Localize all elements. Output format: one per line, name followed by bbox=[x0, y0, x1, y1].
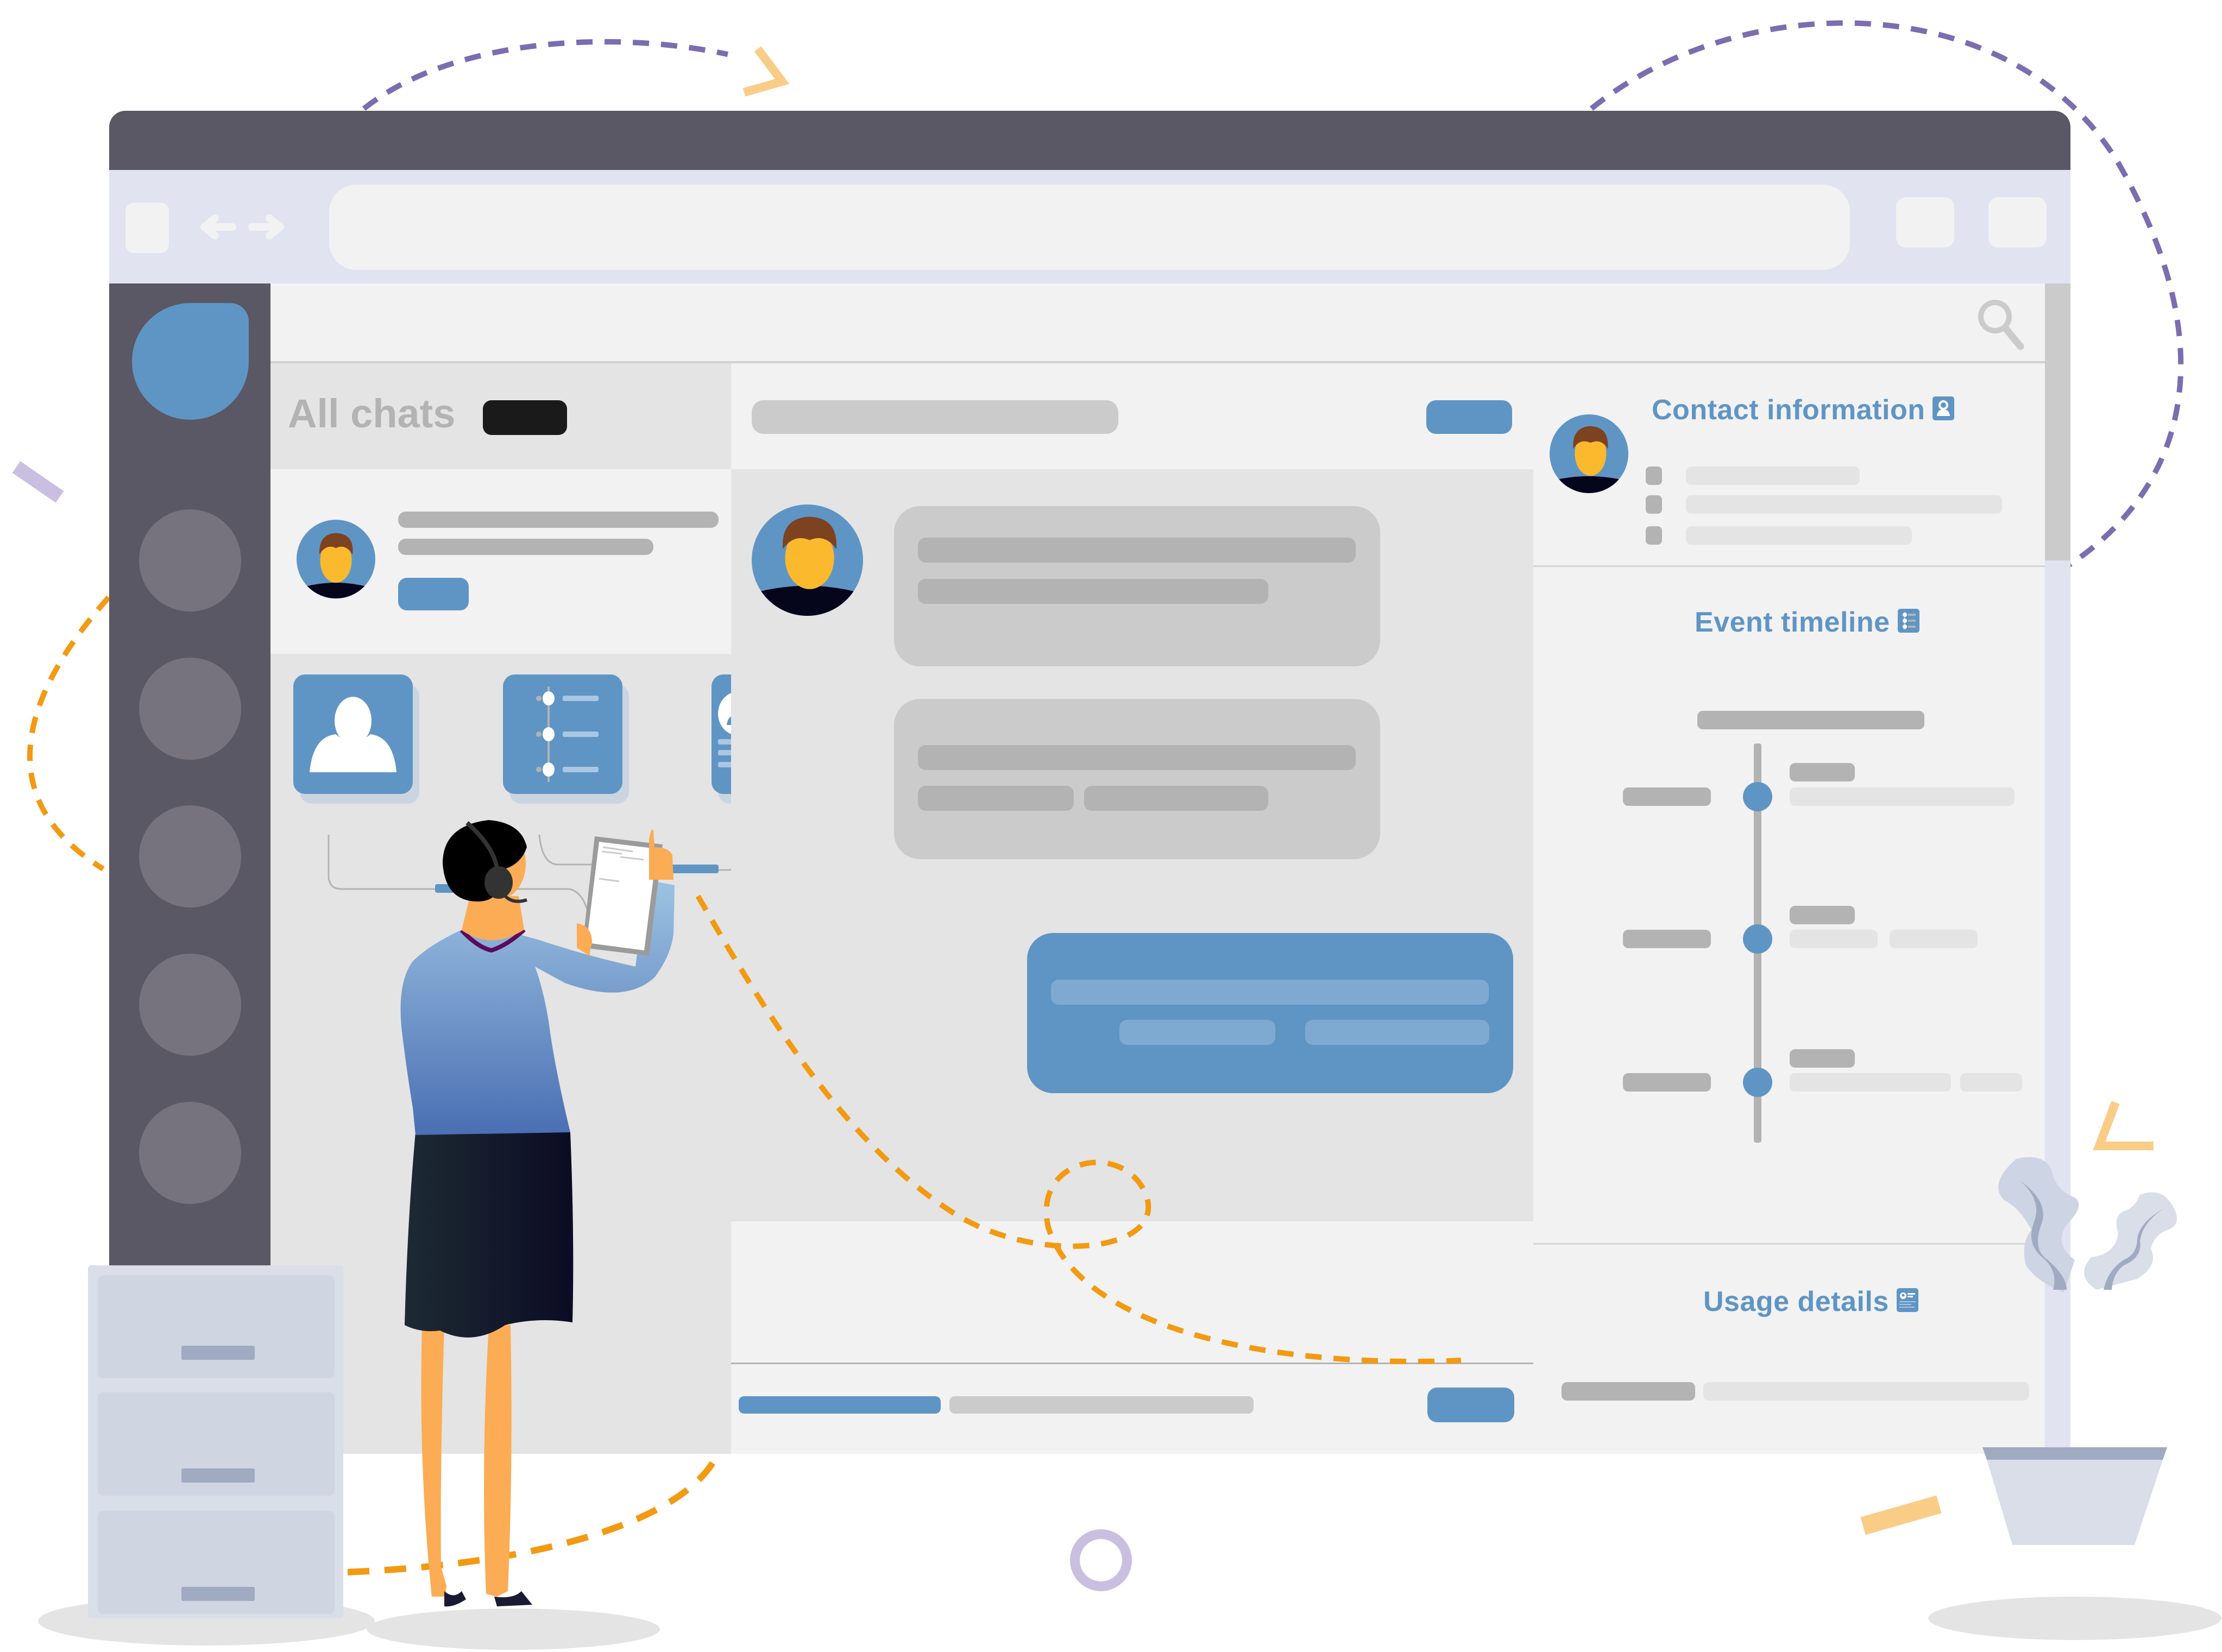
plant-leaf-right bbox=[2084, 1192, 2177, 1290]
plant-pot-rim bbox=[1982, 1447, 2167, 1460]
potted-plant-illustration bbox=[1928, 1157, 2221, 1640]
plant-pot bbox=[1987, 1460, 2163, 1545]
plant-shadow bbox=[1928, 1597, 2221, 1640]
